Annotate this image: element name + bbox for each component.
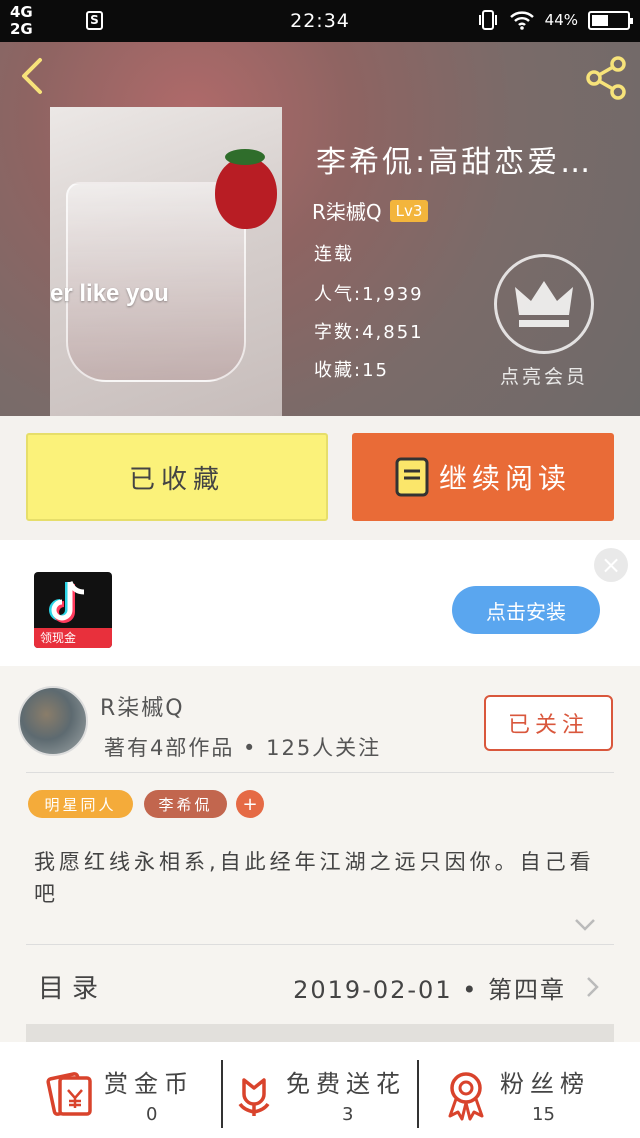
- send-flowers-count: 3: [342, 1104, 354, 1125]
- divider: [417, 1060, 419, 1128]
- table-of-contents-row[interactable]: 目录 2019-02-01 • 第四章: [0, 946, 640, 1026]
- battery-percent: 44%: [544, 11, 578, 29]
- book-cover[interactable]: er like you: [50, 107, 282, 416]
- level-badge: Lv3: [389, 199, 429, 222]
- favorites-count: 收藏:15: [314, 360, 389, 381]
- ad-app-icon[interactable]: 领现金: [34, 572, 112, 648]
- chevron-down-icon[interactable]: [574, 918, 596, 932]
- book-title: 李希侃:高甜恋爱…: [316, 145, 594, 180]
- send-flowers-button[interactable]: 免费送花 3: [224, 1042, 418, 1138]
- divider: [26, 772, 614, 773]
- reward-coins-label: 赏金币: [104, 1070, 194, 1098]
- book-header: er like you 李希侃:高甜恋爱… R柒槭Q Lv3 连载 人气:1,9…: [0, 42, 640, 416]
- red-envelope-icon: [46, 1072, 92, 1116]
- wifi-icon: [509, 11, 534, 30]
- continue-reading-label: 继续阅读: [438, 462, 571, 495]
- music-note-icon: [49, 580, 85, 623]
- ad-badge: 领现金: [34, 628, 112, 648]
- word-count: 字数:4,851: [314, 322, 424, 343]
- vip-label[interactable]: 点亮会员: [474, 362, 614, 389]
- medal-icon: [448, 1072, 484, 1121]
- author-stats: 著有4部作品 • 125人关注: [104, 736, 382, 760]
- share-icon[interactable]: [582, 54, 630, 102]
- crown-icon: [515, 281, 573, 327]
- vip-button[interactable]: [494, 254, 594, 354]
- book-description: 我愿红线永相系,自此经年江湖之远只因你。自己看吧: [34, 850, 595, 906]
- fan-ranking-label: 粉丝榜: [500, 1070, 590, 1098]
- reward-coins-button[interactable]: 赏金币 0: [0, 1042, 222, 1138]
- flower-icon: [238, 1078, 270, 1116]
- battery-icon: [588, 10, 633, 30]
- popularity: 人气:1,939: [314, 284, 424, 305]
- fan-ranking-button[interactable]: 粉丝榜 15: [420, 1042, 640, 1138]
- back-arrow-icon[interactable]: [14, 56, 54, 96]
- section-separator: [26, 1024, 614, 1042]
- reward-coins-count: 0: [146, 1104, 158, 1125]
- vibrate-icon: [478, 10, 497, 30]
- bottom-action-bar: 赏金币 0 免费送花 3 粉丝榜 15: [0, 1042, 640, 1138]
- header-author-row[interactable]: R柒槭Q Lv3: [312, 196, 429, 225]
- latest-chapter: 2019-02-01 • 第四章: [293, 976, 566, 1004]
- continue-reading-button[interactable]: 继续阅读: [352, 433, 614, 521]
- toc-label: 目录: [38, 974, 107, 1004]
- ad-close-button[interactable]: ×: [594, 548, 628, 582]
- header-author-name: R柒槭Q: [312, 200, 382, 224]
- send-flowers-label: 免费送花: [286, 1070, 406, 1098]
- tag-star-fanfic[interactable]: 明星同人: [28, 790, 133, 818]
- chevron-right-icon: [587, 977, 599, 997]
- author-name[interactable]: R柒槭Q: [100, 690, 185, 722]
- serial-status: 连载: [314, 244, 354, 265]
- tag-character[interactable]: 李希侃: [144, 790, 227, 818]
- collected-button[interactable]: 已收藏: [26, 433, 328, 521]
- book-icon: [395, 457, 429, 497]
- divider: [221, 1060, 223, 1128]
- fan-ranking-count: 15: [532, 1104, 555, 1125]
- add-tag-button[interactable]: +: [236, 790, 264, 818]
- install-button[interactable]: 点击安装: [452, 586, 600, 634]
- cover-text: er like you: [50, 280, 169, 307]
- avatar[interactable]: [18, 686, 88, 756]
- divider: [26, 944, 614, 945]
- cover-strawberry-image: [215, 149, 277, 229]
- status-bar: 4G 2G S 22:34 44%: [0, 0, 640, 42]
- follow-button[interactable]: 已关注: [484, 695, 613, 751]
